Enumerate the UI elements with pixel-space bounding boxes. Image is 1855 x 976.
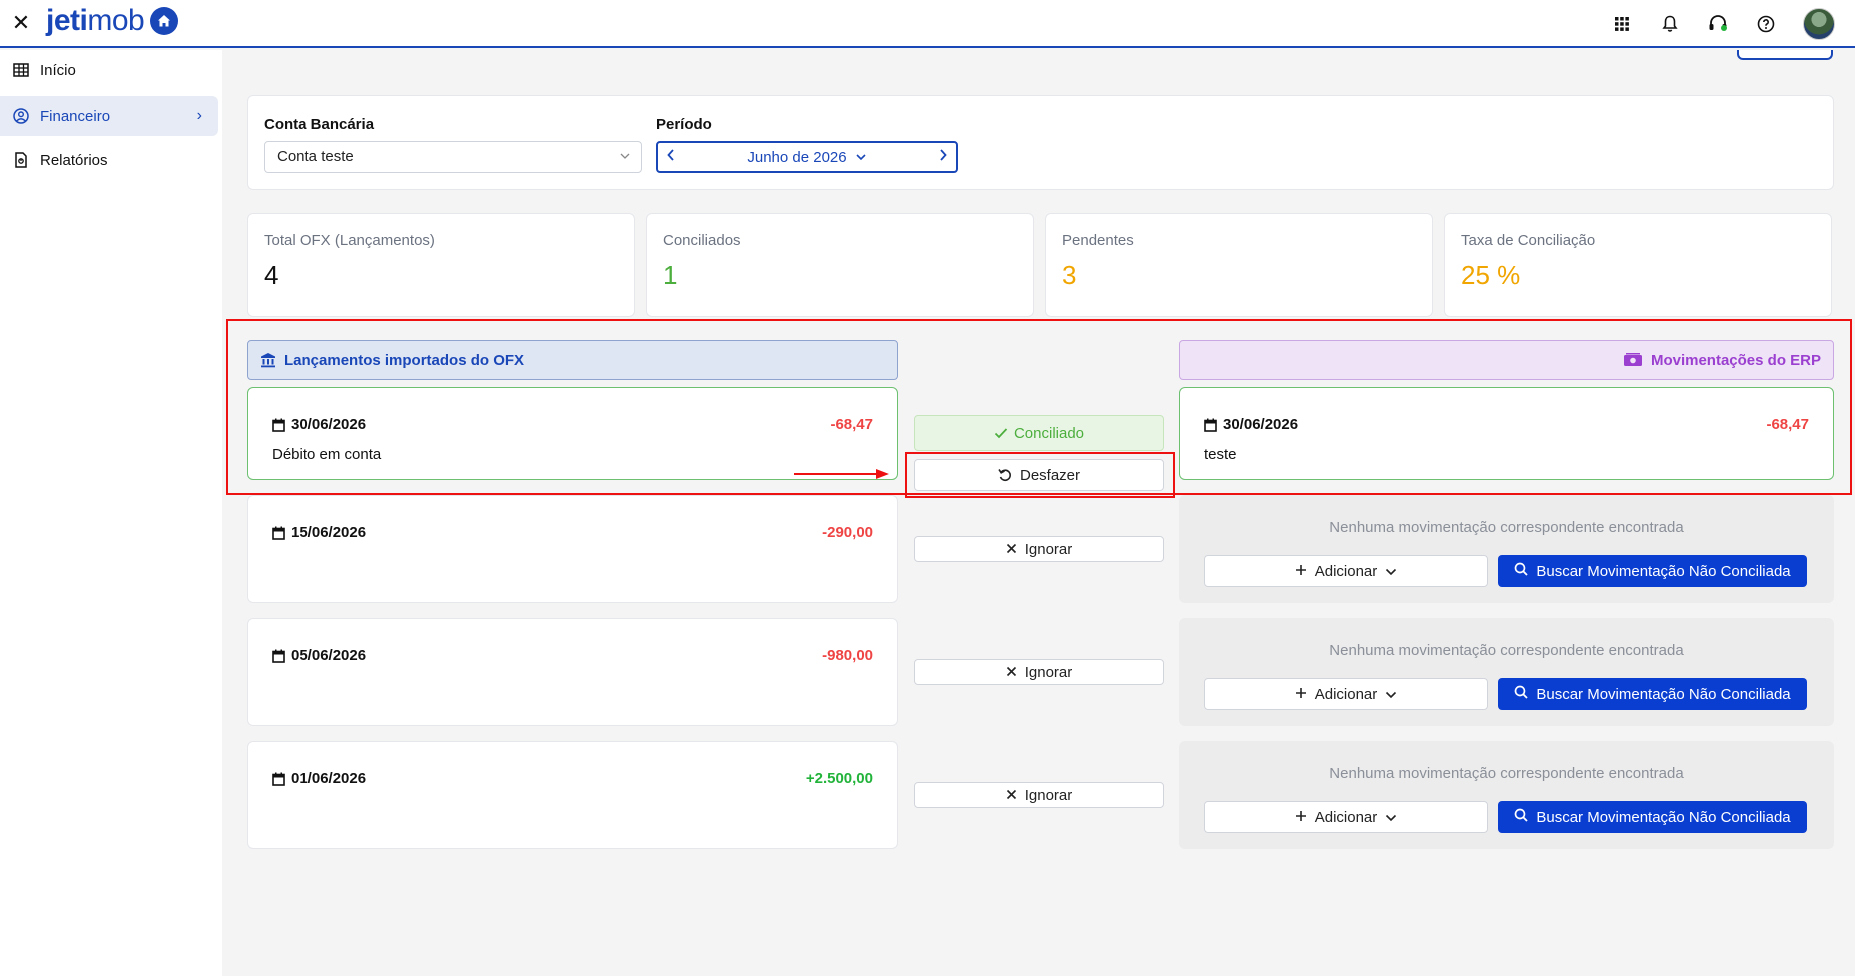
entry-date: 05/06/2026: [291, 647, 367, 664]
ofx-entry-card: 15/06/2026 -290,00: [247, 495, 898, 603]
search-label: Buscar Movimentação Não Conciliada: [1536, 685, 1791, 703]
apps-grid-icon[interactable]: [1611, 13, 1633, 35]
close-icon: [1006, 787, 1017, 804]
add-button[interactable]: Adicionar: [1204, 555, 1488, 587]
account-select[interactable]: Conta teste: [264, 141, 642, 173]
period-label: Período: [656, 116, 712, 133]
calendar-icon: [272, 772, 285, 786]
period-dropdown[interactable]: Junho de 2026: [747, 149, 866, 166]
previous-month-button[interactable]: [666, 148, 676, 166]
stat-card-total: Total OFX (Lançamentos) 4: [247, 213, 635, 317]
ofx-entry-card: 01/06/2026 +2.500,00: [247, 741, 898, 849]
chevron-right-icon: ›: [196, 107, 202, 124]
entry-date: 01/06/2026: [291, 770, 367, 787]
search-unreconciled-button[interactable]: Buscar Movimentação Não Conciliada: [1498, 801, 1807, 833]
chevron-down-icon: [1385, 809, 1397, 826]
search-icon: [1514, 808, 1528, 826]
entry-amount: +2.500,00: [805, 770, 873, 787]
erp-empty-panel: Nenhuma movimentação correspondente enco…: [1179, 495, 1834, 603]
stat-card-pendentes: Pendentes 3: [1045, 213, 1433, 317]
logo-text-bold: jeti: [46, 4, 88, 37]
add-button[interactable]: Adicionar: [1204, 801, 1488, 833]
annotation-highlight-box: [226, 319, 1852, 495]
plus-icon: [1295, 809, 1307, 826]
period-picker: Junho de 2026: [656, 141, 958, 173]
stat-value: 4: [264, 260, 279, 290]
logo[interactable]: jeti mob: [46, 4, 179, 38]
top-bar: ✕ jeti mob: [0, 0, 1855, 48]
calendar-icon: [272, 526, 285, 540]
erp-empty-panel: Nenhuma movimentação correspondente enco…: [1179, 741, 1834, 849]
chevron-down-icon: [1385, 563, 1397, 580]
stat-card-conciliados: Conciliados 1: [646, 213, 1034, 317]
ignore-button[interactable]: Ignorar: [914, 659, 1164, 685]
sidebar-item-relatorios[interactable]: Relatórios: [0, 140, 218, 180]
period-value: Junho de 2026: [747, 148, 847, 166]
avatar[interactable]: [1803, 8, 1835, 40]
ignore-button[interactable]: Ignorar: [914, 782, 1164, 808]
chevron-down-icon: [856, 154, 866, 161]
entry-amount: -290,00: [822, 524, 873, 541]
filter-card: Conta Bancária Conta teste Período Junho…: [247, 95, 1834, 190]
close-icon[interactable]: ✕: [10, 12, 32, 34]
top-action-button[interactable]: [1737, 50, 1833, 60]
stat-value: 25 %: [1461, 260, 1521, 290]
search-unreconciled-button[interactable]: Buscar Movimentação Não Conciliada: [1498, 555, 1807, 587]
home-icon: [150, 7, 179, 35]
finance-icon: [12, 107, 30, 125]
sidebar-item-label: Início: [40, 61, 76, 79]
plus-icon: [1295, 563, 1307, 580]
add-label: Adicionar: [1314, 685, 1378, 703]
plus-icon: [1295, 686, 1307, 703]
ignore-button[interactable]: Ignorar: [914, 536, 1164, 562]
account-select-value: Conta teste: [277, 148, 354, 165]
sidebar-item-financeiro[interactable]: Financeiro ›: [0, 96, 218, 136]
sidebar-item-label: Relatórios: [40, 151, 108, 169]
stat-label: Total OFX (Lançamentos): [264, 232, 435, 249]
stat-label: Conciliados: [663, 232, 741, 249]
chevron-down-icon: [619, 142, 631, 183]
add-label: Adicionar: [1314, 562, 1378, 580]
close-icon: [1006, 664, 1017, 681]
chevron-down-icon: [1385, 686, 1397, 703]
add-button[interactable]: Adicionar: [1204, 678, 1488, 710]
search-icon: [1514, 562, 1528, 580]
support-icon[interactable]: [1707, 13, 1729, 35]
account-label: Conta Bancária: [264, 116, 375, 133]
stat-label: Taxa de Conciliação: [1461, 232, 1596, 249]
search-icon: [1514, 685, 1528, 703]
grid-icon: [12, 61, 30, 79]
calendar-icon: [272, 649, 285, 663]
report-icon: [12, 151, 30, 169]
stat-card-taxa: Taxa de Conciliação 25 %: [1444, 213, 1832, 317]
entry-date: 15/06/2026: [291, 524, 367, 541]
next-month-button[interactable]: [938, 148, 948, 166]
ignore-label: Ignorar: [1024, 786, 1073, 804]
empty-message: Nenhuma movimentação correspondente enco…: [1329, 765, 1684, 782]
stat-value: 1: [663, 260, 678, 290]
logo-text-light: mob: [87, 4, 145, 37]
ignore-label: Ignorar: [1024, 663, 1073, 681]
entry-amount: -980,00: [822, 647, 873, 664]
add-label: Adicionar: [1314, 808, 1378, 826]
ignore-label: Ignorar: [1024, 540, 1073, 558]
search-label: Buscar Movimentação Não Conciliada: [1536, 808, 1791, 826]
ofx-entry-card: 05/06/2026 -980,00: [247, 618, 898, 726]
stat-label: Pendentes: [1062, 232, 1134, 249]
main-content: Conta Bancária Conta teste Período Junho…: [222, 50, 1855, 976]
bell-icon[interactable]: [1659, 13, 1681, 35]
empty-message: Nenhuma movimentação correspondente enco…: [1329, 642, 1684, 659]
search-label: Buscar Movimentação Não Conciliada: [1536, 562, 1791, 580]
sidebar-item-inicio[interactable]: Início: [0, 50, 218, 90]
close-icon: [1006, 541, 1017, 558]
sidebar: Início Financeiro › Relatórios: [0, 50, 222, 976]
empty-message: Nenhuma movimentação correspondente enco…: [1329, 519, 1684, 536]
help-icon[interactable]: [1755, 13, 1777, 35]
sidebar-item-label: Financeiro: [40, 107, 111, 125]
erp-empty-panel: Nenhuma movimentação correspondente enco…: [1179, 618, 1834, 726]
search-unreconciled-button[interactable]: Buscar Movimentação Não Conciliada: [1498, 678, 1807, 710]
stat-value: 3: [1062, 260, 1077, 290]
